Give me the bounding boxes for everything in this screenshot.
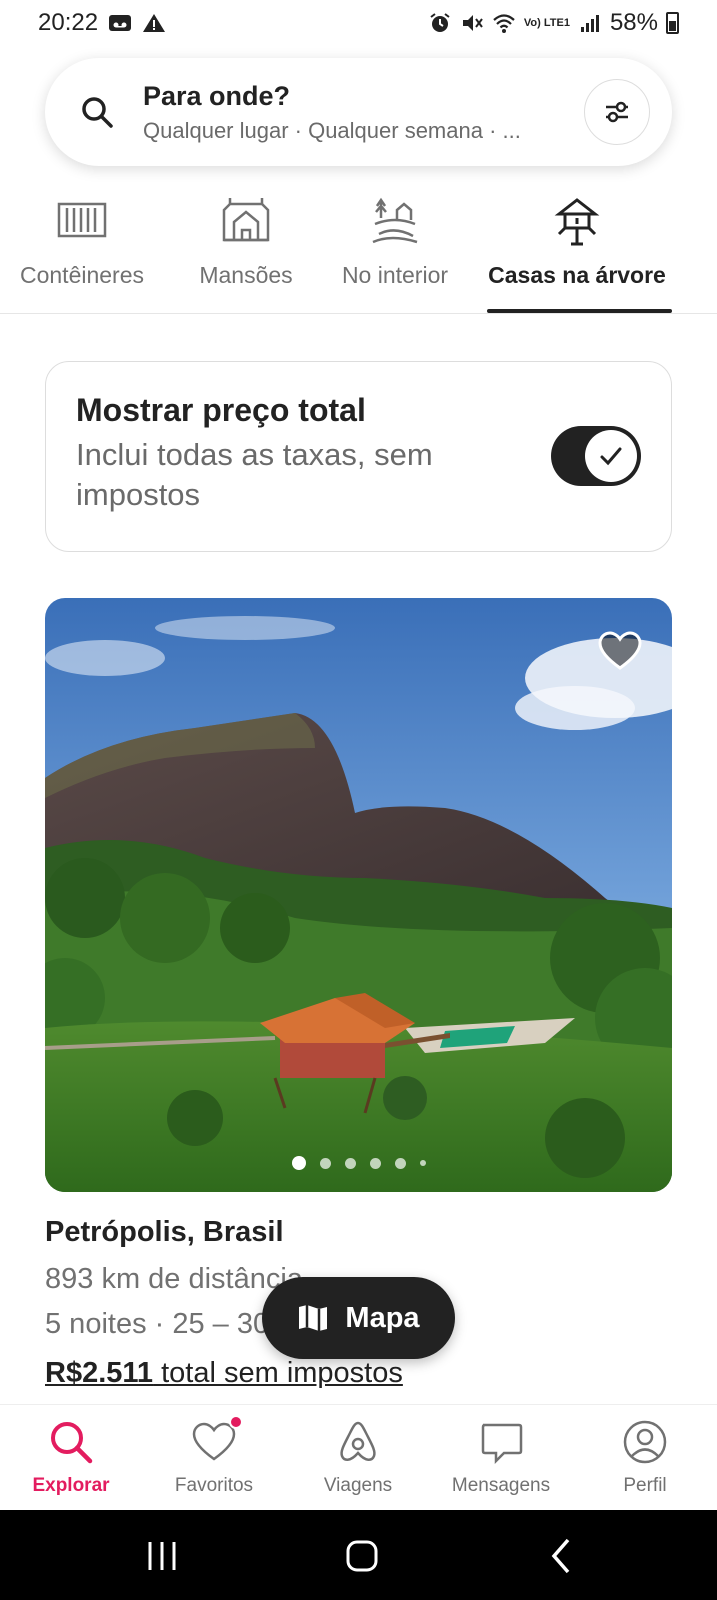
- category-bar: Contêineres Mansões No interior Casas na…: [0, 186, 717, 314]
- countryside-icon: [372, 197, 418, 244]
- check-icon: [600, 447, 622, 466]
- battery-percent: 58%: [609, 9, 658, 36]
- total-price-toggle[interactable]: [551, 426, 641, 486]
- toggle-knob: [585, 430, 637, 482]
- total-price-subtitle: Inclui todas as taxas, sem impostos: [76, 437, 433, 513]
- listing-photo[interactable]: [45, 598, 672, 1192]
- pagination-dot: [419, 1160, 426, 1166]
- filters-button[interactable]: [584, 79, 650, 145]
- back-icon[interactable]: [540, 1534, 584, 1578]
- pagination-dot: [291, 1156, 306, 1170]
- map-icon: [299, 1305, 328, 1331]
- listing-price-amount: R$2.511: [45, 1357, 154, 1389]
- status-bar: 20:22 Vo) LTE1 58%: [0, 0, 717, 46]
- category-label: Mansões: [199, 262, 293, 288]
- recent-apps-icon[interactable]: [140, 1534, 184, 1578]
- favorite-heart-button[interactable]: [596, 628, 644, 676]
- heart-icon: [191, 1415, 243, 1465]
- pagination-dot: [319, 1157, 331, 1169]
- nav-label: Viagens: [323, 1475, 393, 1496]
- photo-pagination: [45, 1156, 672, 1170]
- search-icon: [51, 1422, 93, 1464]
- nav-profile[interactable]: Perfil: [580, 1419, 710, 1497]
- category-countryside[interactable]: No interior: [326, 186, 464, 314]
- search-title: Para onde?: [143, 80, 291, 111]
- category-label: Casas na árvore: [488, 262, 666, 288]
- nav-messages[interactable]: Mensagens: [436, 1419, 566, 1497]
- system-navigation-bar: [0, 1510, 717, 1600]
- nav-label: Perfil: [623, 1475, 667, 1496]
- listing-price-suffix: total sem impostos: [153, 1357, 403, 1389]
- total-price-title: Mostrar preço total: [76, 392, 366, 428]
- landscape-photo: [45, 598, 672, 1192]
- bottom-navigation: Explorar Favoritos Viagens Mensagens Per…: [0, 1404, 717, 1510]
- pagination-dot: [344, 1157, 356, 1169]
- alarm-icon: [430, 13, 450, 32]
- category-label: No interior: [341, 262, 449, 288]
- container-icon: [57, 202, 107, 238]
- category-active-indicator: [487, 309, 672, 313]
- pagination-dot: [369, 1157, 381, 1169]
- search-subtitle: Qualquer lugar · Qualquer semana · ...: [143, 117, 521, 143]
- network-label: Vo) LTE1: [523, 16, 570, 29]
- listing-price: R$2.511 total sem impostos: [45, 1357, 672, 1390]
- pagination-dot: [394, 1157, 406, 1169]
- category-mansions[interactable]: Mansões: [186, 186, 306, 314]
- nav-explore[interactable]: Explorar: [6, 1419, 136, 1497]
- nav-trips[interactable]: Viagens: [293, 1419, 423, 1497]
- listing-location: Petrópolis, Brasil: [45, 1216, 284, 1248]
- warning-icon: [143, 14, 166, 32]
- nav-label: Mensagens: [451, 1475, 551, 1496]
- battery-icon: [666, 12, 679, 34]
- wifi-icon: [493, 14, 515, 33]
- map-button-label: Mapa: [345, 1301, 420, 1334]
- profile-icon: [623, 1420, 667, 1464]
- map-button[interactable]: Mapa: [262, 1277, 455, 1359]
- category-label: Contêineres: [19, 262, 145, 288]
- nav-favorites[interactable]: Favoritos: [149, 1415, 279, 1497]
- search-bar[interactable]: Para onde? Qualquer lugar · Qualquer sem…: [45, 58, 672, 166]
- filters-icon: [606, 101, 628, 123]
- nav-label: Explorar: [32, 1475, 110, 1496]
- mute-icon: [462, 15, 483, 31]
- notification-badge: [229, 1415, 243, 1429]
- message-icon: [481, 1423, 523, 1465]
- home-icon[interactable]: [340, 1534, 384, 1578]
- search-icon: [82, 97, 113, 128]
- mansion-icon: [222, 198, 270, 242]
- total-price-card: Mostrar preço total Inclui todas as taxa…: [45, 361, 672, 552]
- status-time: 20:22: [38, 9, 99, 36]
- signal-icon: [580, 15, 599, 32]
- airbnb-icon: [340, 1421, 376, 1461]
- treehouse-icon: [554, 198, 600, 246]
- category-treehouses[interactable]: Casas na árvore: [482, 186, 672, 314]
- voicemail-icon: [109, 15, 132, 31]
- nav-label: Favoritos: [174, 1475, 254, 1496]
- category-containers[interactable]: Contêineres: [8, 186, 156, 314]
